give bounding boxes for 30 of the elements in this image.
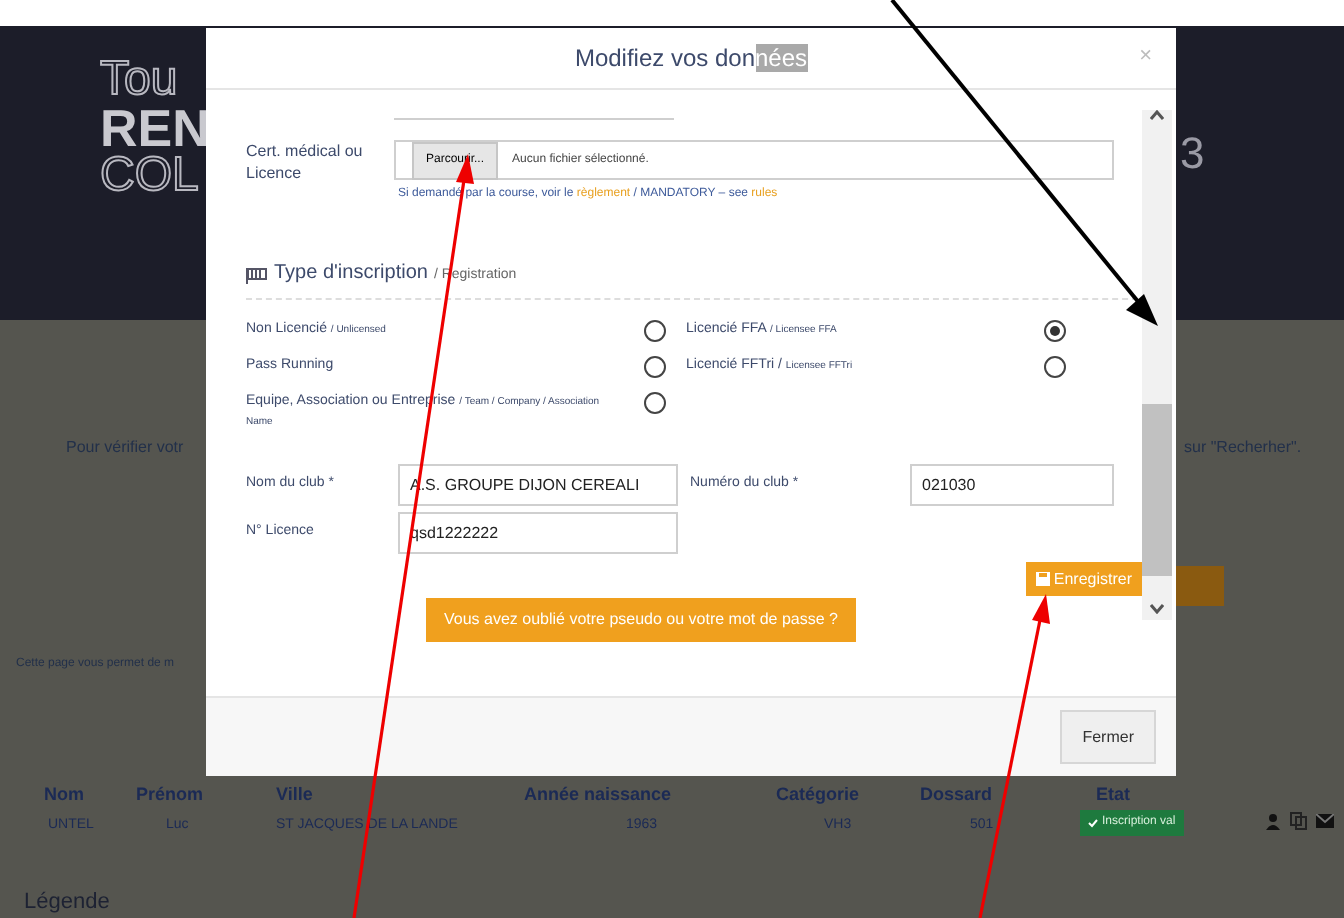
modal-title: Modifiez vos données (574, 42, 808, 76)
radio-button[interactable] (644, 392, 666, 414)
field-label: Cert. médical ou Licence (246, 140, 365, 186)
column-header: Prénom (136, 782, 204, 808)
text-input[interactable]: 021030 (910, 464, 1114, 506)
envelope-icon[interactable] (1316, 814, 1334, 828)
save-icon (1035, 572, 1050, 586)
radio-button[interactable] (644, 356, 666, 378)
scrollbar[interactable] (1142, 110, 1172, 620)
text-input[interactable]: qsd1222222 (398, 512, 678, 554)
check-icon (1088, 818, 1098, 828)
person-icon[interactable] (1266, 814, 1280, 830)
column-header: Année naissance (524, 782, 672, 808)
logo: Tou REN COL (100, 56, 210, 200)
column-header: Dossard (920, 782, 993, 808)
radio-button[interactable] (1044, 356, 1066, 378)
column-header: Ville (276, 782, 313, 808)
scroll-down-icon[interactable] (1150, 604, 1164, 614)
radio-button[interactable] (1044, 320, 1066, 342)
header-text: 3 (1180, 126, 1205, 182)
radio-button[interactable] (644, 320, 666, 342)
flag-icon (246, 268, 268, 284)
close-button[interactable]: Fermer (1060, 710, 1156, 764)
section-title: Type d'inscription (274, 262, 428, 284)
column-header: Catégorie (776, 782, 860, 808)
scrollbar-thumb[interactable] (1142, 404, 1172, 576)
column-header: Nom (44, 782, 84, 808)
scroll-up-icon[interactable] (1150, 110, 1164, 120)
legend-heading: Légende (24, 890, 110, 916)
column-header: Etat (1096, 782, 1131, 808)
